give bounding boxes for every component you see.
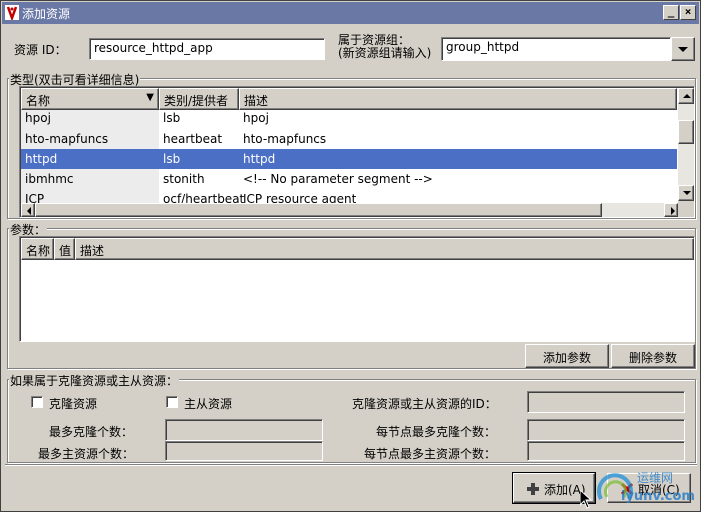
cancel-button-label: 取消(C) [638, 483, 680, 497]
param-column-header-name[interactable]: 名称 [21, 238, 54, 260]
master-slave-checkbox-label: 主从资源 [184, 397, 233, 411]
sort-desc-icon: ▼ [146, 92, 154, 103]
scrollbar-corner [678, 201, 694, 217]
params-table: 名称 值 描述 [19, 236, 695, 342]
clone-checkbox[interactable] [31, 396, 43, 408]
resource-group-label: 属于资源组： (新资源组请输入) [338, 34, 431, 60]
table-row[interactable]: ibmhmc stonith <!-- No parameter segment… [21, 169, 677, 189]
table-row-selected[interactable]: httpd lsb httpd [21, 149, 677, 169]
per-node-master-label: 每节点最多主资源个数： [364, 447, 497, 461]
minimize-button[interactable]: _ [663, 5, 679, 20]
row-description: httpd [243, 152, 276, 166]
mouse-cursor-icon [580, 490, 592, 509]
clone-id-label: 克隆资源或主从资源的ID： [352, 397, 497, 411]
param-column-header-value[interactable]: 值 [54, 238, 75, 260]
master-slave-checkbox[interactable] [166, 396, 178, 408]
clone-group-title: 如果属于克隆资源或主从资源： [9, 372, 180, 389]
resource-group-label-line1: 属于资源组： [338, 33, 411, 47]
row-description: <!-- No parameter segment --> [243, 172, 433, 186]
footer-separator [5, 464, 697, 466]
column-header-name[interactable]: 名称 ▼ [21, 88, 159, 110]
max-clone-input[interactable] [165, 419, 323, 441]
resource-id-input[interactable]: resource_httpd_app [89, 38, 325, 60]
row-class: lsb [163, 152, 181, 166]
table-row[interactable]: hpoj lsb hpoj [21, 110, 677, 130]
x-icon [620, 482, 634, 496]
param-column-header-description[interactable]: 描述 [75, 238, 694, 260]
cancel-button[interactable]: 取消(C) [607, 473, 691, 503]
types-table: 名称 ▼ 类别/提供者 描述 hpoj lsb hpoj hto-mapfunc… [19, 86, 695, 218]
close-icon: × [684, 5, 692, 18]
horizontal-scroll-thumb[interactable] [35, 203, 602, 217]
row-name: hto-mapfuncs [25, 132, 109, 146]
resource-id-label: 资源 ID： [14, 43, 67, 57]
clone-checkbox-label: 克隆资源 [49, 397, 98, 411]
row-class: heartbeat [163, 132, 223, 146]
per-node-clone-input[interactable] [527, 419, 685, 441]
resource-group-input[interactable]: group_httpd [441, 37, 671, 61]
row-description: hto-mapfuncs [243, 132, 327, 146]
dialog-window: 添加资源 _ × 资源 ID： resource_httpd_app 属于资源组… [0, 0, 701, 512]
row-description: hpoj [243, 111, 269, 125]
per-node-master-input[interactable] [527, 441, 685, 461]
arrow-left-icon [27, 207, 31, 215]
minimize-icon: _ [667, 5, 675, 18]
close-button[interactable]: × [680, 5, 696, 20]
arrow-up-icon [683, 94, 691, 98]
max-master-input[interactable] [165, 441, 323, 461]
vertical-scroll-thumb[interactable] [678, 120, 694, 144]
title-bar[interactable]: 添加资源 _ × [2, 2, 699, 24]
table-row[interactable]: hto-mapfuncs heartbeat hto-mapfuncs [21, 129, 677, 149]
row-class: ocf/heartbeat [163, 192, 245, 203]
resource-group-dropdown-button[interactable] [671, 37, 695, 61]
column-header-class[interactable]: 类别/提供者 [159, 88, 239, 110]
per-node-clone-label: 每节点最多克隆个数： [376, 425, 497, 439]
row-name: ICP [25, 192, 45, 203]
max-clone-label: 最多克隆个数： [49, 425, 134, 439]
scroll-down-button[interactable] [678, 185, 694, 201]
types-vertical-scrollbar[interactable] [678, 88, 694, 201]
column-header-description[interactable]: 描述 [239, 88, 677, 110]
row-class: lsb [163, 111, 181, 125]
row-name: ibmhmc [25, 172, 74, 186]
scroll-right-button[interactable] [664, 203, 678, 217]
row-name: hpoj [25, 111, 51, 125]
column-header-name-label: 名称 [26, 94, 51, 108]
row-description: ICP resource agent [243, 192, 357, 203]
max-master-label: 最多主资源个数： [38, 447, 135, 461]
app-icon [5, 5, 19, 20]
row-name: httpd [25, 152, 58, 166]
arrow-down-icon [683, 191, 691, 195]
row-class: stonith [163, 172, 205, 186]
table-row[interactable]: ICP ocf/heartbeat ICP resource agent [21, 189, 677, 203]
arrow-right-icon [671, 207, 675, 215]
delete-parameter-button[interactable]: 删除参数 [611, 344, 695, 368]
clone-id-input[interactable] [527, 391, 685, 413]
chevron-down-icon [678, 47, 688, 52]
scroll-left-button[interactable] [21, 203, 35, 217]
types-horizontal-scrollbar[interactable] [21, 203, 678, 217]
plus-icon [527, 483, 539, 495]
window-title: 添加资源 [22, 7, 71, 21]
scroll-up-button[interactable] [678, 88, 694, 104]
resource-group-label-line2: (新资源组请输入) [338, 46, 432, 60]
add-parameter-button[interactable]: 添加参数 [525, 344, 609, 368]
